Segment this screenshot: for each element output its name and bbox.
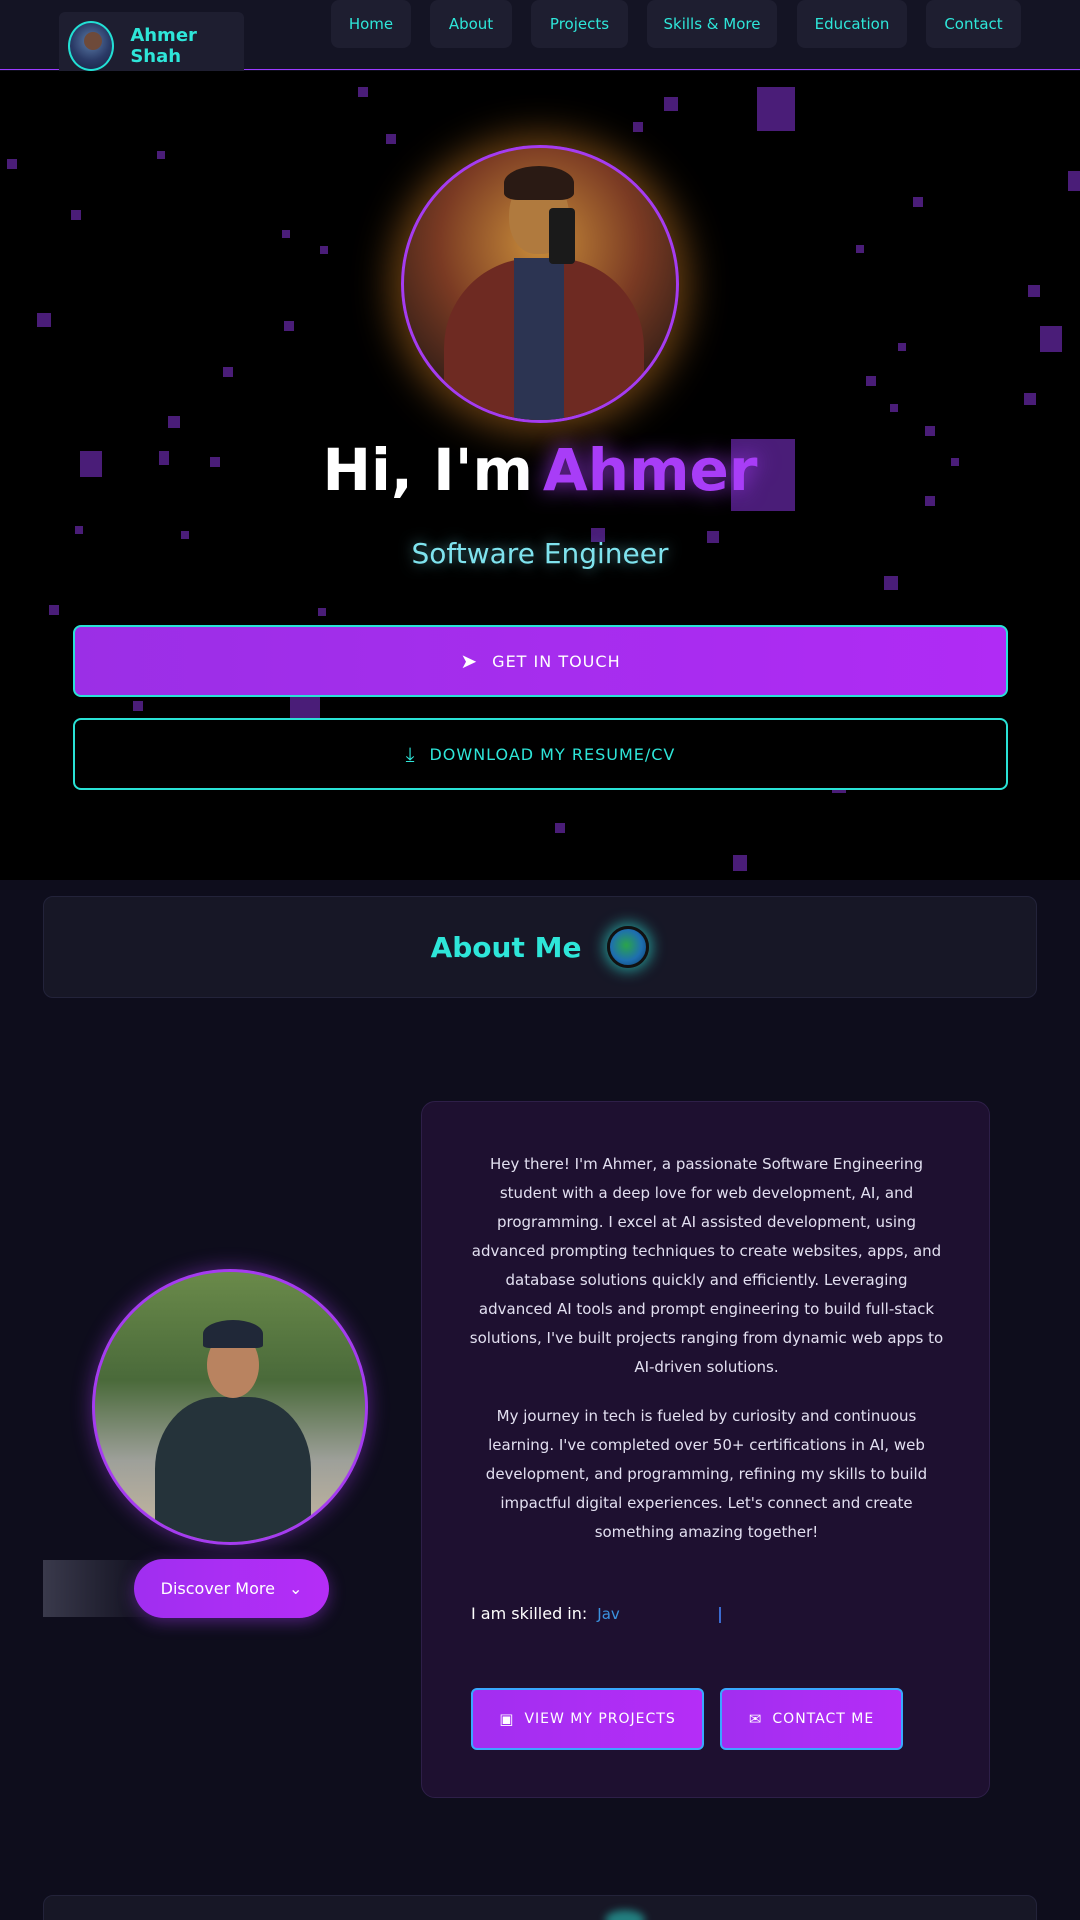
particle (1024, 393, 1036, 405)
hero-heading: Hi, I'm Ahmer (0, 436, 1080, 504)
particle (890, 404, 898, 412)
about-section-header: About Me (43, 896, 1037, 998)
particle (1028, 285, 1040, 297)
particle (318, 608, 326, 616)
skills-typed-word: Jav (597, 1605, 620, 1623)
brand-logo[interactable]: Ahmer Shah (59, 12, 244, 79)
nav-link-about[interactable]: About (430, 0, 512, 48)
view-projects-button[interactable]: ▣ VIEW MY PROJECTS (471, 1688, 704, 1750)
particle (856, 245, 864, 253)
hero-section: Hi, I'm Ahmer Software Engineer ➤ GET IN … (0, 71, 1080, 880)
brand-avatar (68, 20, 115, 71)
particle (866, 376, 876, 386)
particle (71, 210, 81, 220)
skills-label: I am skilled in: (471, 1604, 588, 1623)
particle (884, 576, 898, 590)
particle (633, 122, 643, 132)
next-section-header (43, 1895, 1037, 1920)
particle (284, 321, 294, 331)
download-resume-label: DOWNLOAD MY RESUME/CV (429, 744, 676, 764)
top-navbar: Ahmer Shah Home About Projects Skills & … (0, 0, 1080, 79)
paper-plane-icon: ➤ (460, 649, 479, 673)
about-paragraph-2: My journey in tech is fueled by curiosit… (485, 1407, 928, 1541)
nav-link-education[interactable]: Education (797, 0, 907, 48)
particle (555, 823, 565, 833)
contact-me-button[interactable]: ✉ CONTACT ME (720, 1688, 903, 1750)
get-in-touch-label: GET IN TOUCH (492, 651, 621, 671)
particle (925, 426, 935, 436)
particle (1068, 171, 1080, 191)
particle (75, 526, 83, 534)
chevron-down-icon: ⌄ (288, 1579, 303, 1598)
hero-greeting: Hi, I'm (322, 436, 533, 504)
nav-link-home[interactable]: Home (331, 0, 411, 48)
download-resume-button[interactable]: ⤓ DOWNLOAD MY RESUME/CV (73, 718, 1008, 790)
brand-name: Ahmer Shah (130, 24, 197, 67)
hero-role: Software Engineer (411, 537, 669, 570)
particle (282, 230, 290, 238)
particle (49, 605, 59, 615)
particle (168, 416, 180, 428)
particle (157, 151, 165, 159)
about-profile-photo (92, 1269, 368, 1545)
hero-name: Ahmer (542, 436, 758, 504)
about-title: About Me (430, 930, 582, 964)
particle (1040, 326, 1062, 352)
nav-link-skills[interactable]: Skills & More (647, 0, 777, 48)
about-card: Hey there! I'm Ahmer, a passionate Softw… (421, 1101, 990, 1798)
briefcase-icon: ▣ (499, 1710, 515, 1728)
particle (358, 87, 368, 97)
view-projects-label: VIEW MY PROJECTS (524, 1711, 676, 1727)
particle (37, 313, 51, 327)
skills-typing: I am skilled in: Jav (471, 1604, 620, 1623)
download-icon: ⤓ (405, 742, 416, 766)
discover-more-label: Discover More (160, 1579, 275, 1598)
particle (7, 159, 17, 169)
nav-link-contact[interactable]: Contact (926, 0, 1021, 48)
particle (898, 343, 906, 351)
particle (757, 87, 795, 131)
particle (133, 701, 143, 711)
particle (664, 97, 678, 111)
particle (913, 197, 923, 207)
particle (320, 246, 328, 254)
hero-profile-photo (401, 145, 679, 423)
envelope-icon: ✉ (748, 1710, 763, 1728)
about-paragraph-1: Hey there! I'm Ahmer, a passionate Softw… (469, 1155, 944, 1376)
contact-me-label: CONTACT ME (772, 1711, 875, 1727)
particle (733, 855, 747, 871)
typing-cursor (719, 1607, 721, 1623)
get-in-touch-button[interactable]: ➤ GET IN TOUCH (73, 625, 1008, 697)
particle (223, 367, 233, 377)
particle (386, 134, 396, 144)
discover-more-button[interactable]: Discover More ⌄ (134, 1559, 329, 1618)
globe-icon (607, 926, 650, 968)
nav-link-projects[interactable]: Projects (531, 0, 628, 48)
